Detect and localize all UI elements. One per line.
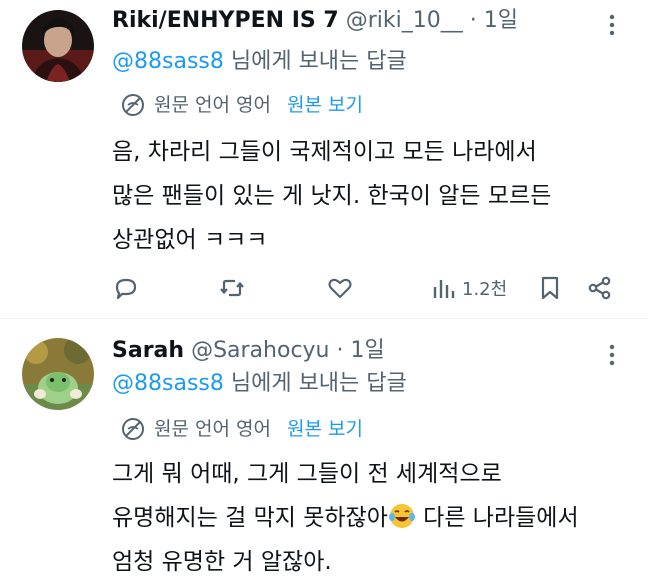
separator-dot: · [469, 8, 477, 33]
views-icon [433, 280, 455, 298]
tweet-header: Sarah @Sarahocyu · 1일 [112, 334, 590, 368]
share-icon [588, 276, 611, 300]
reply-button[interactable] [112, 268, 140, 308]
more-vertical-icon[interactable] [602, 10, 622, 40]
globe-translate-icon [122, 94, 144, 116]
source-language-label: 원문 언어 영어 [154, 94, 271, 116]
reply-mention-link[interactable]: @88sass8 [112, 49, 224, 74]
share-button[interactable] [586, 268, 614, 308]
globe-translate-icon [122, 418, 144, 440]
avatar[interactable] [22, 10, 94, 82]
reply-context: @88sass8 님에게 보내는 답글 [112, 368, 407, 400]
display-name[interactable]: Sarah [112, 338, 184, 363]
like-button[interactable] [326, 268, 354, 308]
tweet-text-line: 음, 차라리 그들이 국제적이고 모든 나라에서 [112, 139, 537, 165]
reply-suffix: 님에게 보내는 답글 [223, 49, 407, 74]
timestamp[interactable]: 1일 [351, 338, 385, 363]
tweet-text-line: 많은 팬들이 있는 게 낫지. 한국이 알든 모르든 [112, 183, 552, 209]
bookmark-button[interactable] [536, 268, 564, 308]
tweet-text-line: 그게 뭐 어때, 그게 그들이 전 세계적으로 [112, 461, 502, 487]
tweet-riki[interactable]: Riki/ENHYPEN IS 7 @riki_10__ · 1일 @88sas… [0, 0, 648, 318]
user-handle[interactable]: @riki_10__ [346, 8, 463, 33]
show-original-link[interactable]: 원본 보기 [287, 414, 363, 444]
tweet-text-line: 엄청 유명한 거 알잖아. [112, 549, 332, 575]
face-tears-of-joy-emoji [388, 504, 415, 528]
reply-context: @88sass8 님에게 보내는 답글 [112, 46, 407, 78]
reply-mention-link[interactable]: @88sass8 [112, 371, 224, 396]
views-button[interactable]: 1.2천 [430, 268, 507, 308]
tweet-text-line: 유명해지는 걸 막지 못하잖아 다른 나라들에서 [112, 496, 632, 540]
tweet-text-segment: 다른 나라들에서 [415, 505, 579, 531]
avatar[interactable] [22, 338, 94, 410]
source-language-label: 원문 언어 영어 [154, 418, 271, 440]
tweet-text: 음, 차라리 그들이 국제적이고 모든 나라에서 많은 팬들이 있는 게 낫지.… [112, 130, 632, 262]
translation-bar: 원문 언어 영어 원본 보기 [120, 414, 363, 444]
tweet-text-line: 상관없어 ㅋㅋㅋ [112, 227, 268, 253]
action-bar: 1.2천 [110, 268, 620, 308]
reply-suffix: 님에게 보내는 답글 [223, 371, 407, 396]
bookmark-icon [541, 276, 559, 300]
separator-dot: · [336, 338, 344, 363]
translation-bar: 원문 언어 영어 원본 보기 [120, 90, 363, 120]
heart-icon [328, 278, 352, 299]
user-handle[interactable]: @Sarahocyu [191, 338, 329, 363]
tweet-header: Riki/ENHYPEN IS 7 @riki_10__ · 1일 [112, 4, 590, 38]
reply-icon [115, 278, 137, 300]
timestamp[interactable]: 1일 [484, 8, 518, 33]
show-original-link[interactable]: 원본 보기 [287, 90, 363, 120]
retweet-button[interactable] [218, 268, 246, 308]
display-name[interactable]: Riki/ENHYPEN IS 7 [112, 8, 339, 33]
views-count: 1.2천 [462, 279, 508, 300]
tweet-sarah[interactable]: Sarah @Sarahocyu · 1일 @88sass8 님에게 보내는 답… [0, 318, 648, 576]
more-vertical-icon[interactable] [602, 340, 622, 370]
retweet-icon [220, 279, 244, 297]
tweet-text-segment: 유명해지는 걸 막지 못하잖아 [112, 505, 388, 531]
tweet-text: 그게 뭐 어때, 그게 그들이 전 세계적으로 유명해지는 걸 막지 못하잖아 … [112, 452, 632, 584]
